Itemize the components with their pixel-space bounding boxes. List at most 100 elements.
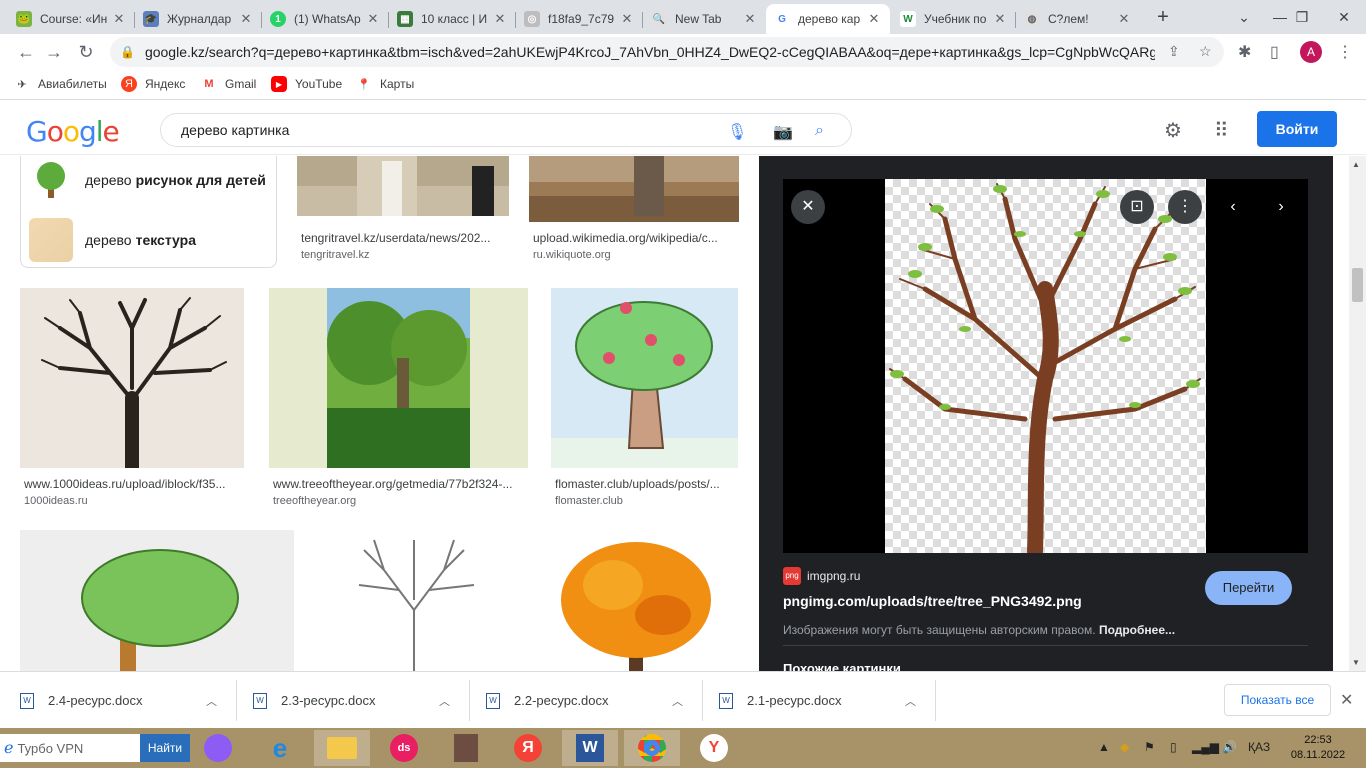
more-link[interactable]: Подробнее... [1099, 623, 1175, 637]
language-indicator[interactable]: ҚАЗ [1248, 740, 1270, 754]
more-options-icon[interactable]: ⋮ [1168, 190, 1202, 224]
extensions-icon[interactable]: ✱ [1238, 42, 1251, 62]
visit-button[interactable]: Перейти [1205, 571, 1292, 605]
sync-icon[interactable]: ◆ [1120, 740, 1129, 754]
image-result[interactable]: www.treeoftheyear.org/getmedia/77b2f324-… [269, 288, 528, 518]
address-url[interactable]: google.kz/search?q=дерево+картинка&tbm=i… [145, 44, 1155, 60]
close-icon[interactable]: ✕ [365, 11, 381, 27]
tab-derevo[interactable]: G дерево кар ✕ [766, 4, 890, 34]
new-tab-button[interactable]: + [1152, 6, 1174, 28]
result-source[interactable]: flomaster.club/uploads/posts/... [555, 477, 720, 491]
download-item[interactable]: W 2.3-ресурс.docx ︿ [253, 672, 465, 729]
image-result[interactable]: upload.wikimedia.org/wikipedia/c... ru.w… [529, 156, 739, 266]
apps-grid-icon[interactable]: ⠿ [1214, 118, 1229, 143]
chevron-up-icon[interactable]: ︿ [905, 693, 916, 709]
page-scrollbar[interactable]: ▲ ▼ [1349, 156, 1366, 671]
show-hidden-icons-icon[interactable]: ▲ [1098, 740, 1110, 754]
tab-new-tab[interactable]: 🔍 New Tab ✕ [643, 4, 766, 34]
taskbar-search-input[interactable]: ℯ Турбо VPN [0, 734, 140, 762]
system-clock[interactable]: 22:53 08.11.2022 [1282, 733, 1354, 763]
settings-gear-icon[interactable]: ⚙ [1164, 118, 1182, 143]
chrome-icon[interactable] [624, 730, 680, 766]
login-button[interactable]: Войти [1257, 111, 1337, 147]
image-result[interactable] [533, 530, 739, 671]
close-icon[interactable]: ✕ [492, 11, 508, 27]
back-icon[interactable]: ← [14, 40, 38, 64]
tab-salem[interactable]: ◍ C?лем! ✕ [1016, 4, 1140, 34]
alice-icon[interactable] [190, 730, 246, 766]
result-source[interactable]: tengritravel.kz/userdata/news/202... [301, 231, 490, 245]
menu-icon[interactable]: ⋮ [1337, 42, 1353, 62]
close-preview-icon[interactable]: ✕ [791, 190, 825, 224]
tab-uchebnik[interactable]: W Учебник по ✕ [892, 4, 1016, 34]
search-query[interactable]: дерево картинка [181, 122, 289, 138]
preview-image[interactable] [885, 179, 1206, 559]
volume-icon[interactable]: 🔊 [1222, 740, 1237, 754]
result-source[interactable]: www.1000ideas.ru/upload/iblock/f35... [24, 477, 225, 491]
next-image-icon[interactable]: › [1264, 190, 1298, 224]
internet-explorer-icon[interactable]: e [252, 730, 308, 766]
profile-avatar[interactable]: A [1300, 41, 1322, 63]
image-result[interactable] [314, 530, 513, 671]
sidepanel-icon[interactable]: ▯ [1270, 42, 1279, 62]
ds-app-icon[interactable]: ds [376, 730, 432, 766]
download-item[interactable]: W 2.2-ресурс.docx ︿ [486, 672, 698, 729]
download-item[interactable]: W 2.4-ресурс.docx ︿ [20, 672, 232, 729]
close-icon[interactable]: ✕ [619, 11, 635, 27]
lens-search-icon[interactable]: ⊡ [1120, 190, 1154, 224]
bookmark-star-icon[interactable]: ☆ [1199, 43, 1212, 60]
share-icon[interactable]: ⇪ [1168, 43, 1180, 60]
tab-10-klass[interactable]: ▦ 10 класс | И ✕ [389, 4, 516, 34]
bookmark-youtube[interactable]: ▶ YouTube [271, 76, 342, 92]
image-result[interactable]: flomaster.club/uploads/posts/... flomast… [551, 288, 738, 518]
chevron-up-icon[interactable]: ︿ [672, 693, 683, 709]
image-result[interactable]: www.1000ideas.ru/upload/iblock/f35... 10… [20, 288, 244, 518]
close-icon[interactable]: ✕ [111, 11, 127, 27]
image-result[interactable] [20, 530, 294, 671]
scroll-up-icon[interactable]: ▲ [1352, 160, 1360, 169]
image-result[interactable]: tengritravel.kz/userdata/news/202... ten… [297, 156, 509, 266]
close-icon[interactable]: ✕ [1340, 690, 1353, 710]
search-icon[interactable]: ⌕ [815, 122, 824, 140]
bookmark-gmail[interactable]: M Gmail [201, 76, 256, 92]
related-search-item[interactable]: дерево рисунок для детей [29, 156, 269, 205]
show-all-downloads-button[interactable]: Показать все [1224, 684, 1331, 716]
tab-course[interactable]: 🐸 Course: «Ин ✕ [8, 4, 135, 34]
close-window-button[interactable]: ✕ [1322, 0, 1366, 34]
related-search-item[interactable]: дерево текстура [29, 215, 269, 265]
close-icon[interactable]: ✕ [866, 11, 882, 27]
search-input[interactable]: дерево картинка 🎙 📷 ⌕ [160, 113, 852, 147]
microphone-icon[interactable]: 🎙 [727, 122, 747, 142]
previous-image-icon[interactable]: ‹ [1216, 190, 1250, 224]
chevron-up-icon[interactable]: ︿ [206, 693, 217, 709]
chevron-up-icon[interactable]: ︿ [439, 693, 450, 709]
tab-zhurnaldar[interactable]: 🎓 Журналдар ✕ [135, 4, 262, 34]
bookmark-yandex[interactable]: Я Яндекс [121, 76, 185, 92]
close-icon[interactable]: ✕ [1116, 11, 1132, 27]
close-icon[interactable]: ✕ [742, 11, 758, 27]
close-icon[interactable]: ✕ [238, 11, 254, 27]
preview-title[interactable]: pngimg.com/uploads/tree/tree_PNG3492.png [783, 593, 1082, 609]
result-source[interactable]: upload.wikimedia.org/wikipedia/c... [533, 231, 718, 245]
lock-icon[interactable]: 🔒 [120, 45, 135, 59]
tab-f18fa9[interactable]: ◎ f18fa9_7c79 ✕ [516, 4, 643, 34]
close-icon[interactable]: ✕ [992, 11, 1008, 27]
tab-whatsapp[interactable]: 1 (1) WhatsAp ✕ [262, 4, 389, 34]
file-explorer-icon[interactable] [314, 730, 370, 766]
camera-icon[interactable]: 📷 [773, 122, 793, 142]
network-icon[interactable]: ▂▄▆ [1192, 740, 1219, 754]
bookmark-maps[interactable]: 📍 Карты [356, 76, 414, 92]
restore-button[interactable]: ❐ [1280, 0, 1324, 34]
address-bar[interactable]: 🔒 google.kz/search?q=дерево+картинка&tbm… [110, 37, 1224, 67]
yandex-browser-icon[interactable]: Я [500, 730, 556, 766]
result-source[interactable]: www.treeoftheyear.org/getmedia/77b2f324-… [273, 477, 512, 491]
flag-icon[interactable]: ⚑ [1144, 740, 1155, 754]
yandex-icon[interactable]: Y [686, 730, 742, 766]
google-logo[interactable]: Google [26, 115, 120, 148]
app-icon[interactable] [438, 730, 494, 766]
forward-icon[interactable]: → [42, 40, 66, 64]
scroll-down-icon[interactable]: ▼ [1352, 658, 1360, 667]
preview-site[interactable]: png imgpng.ru [783, 567, 860, 585]
taskbar-find-button[interactable]: Найти [140, 734, 190, 762]
download-item[interactable]: W 2.1-ресурс.docx ︿ [719, 672, 931, 729]
